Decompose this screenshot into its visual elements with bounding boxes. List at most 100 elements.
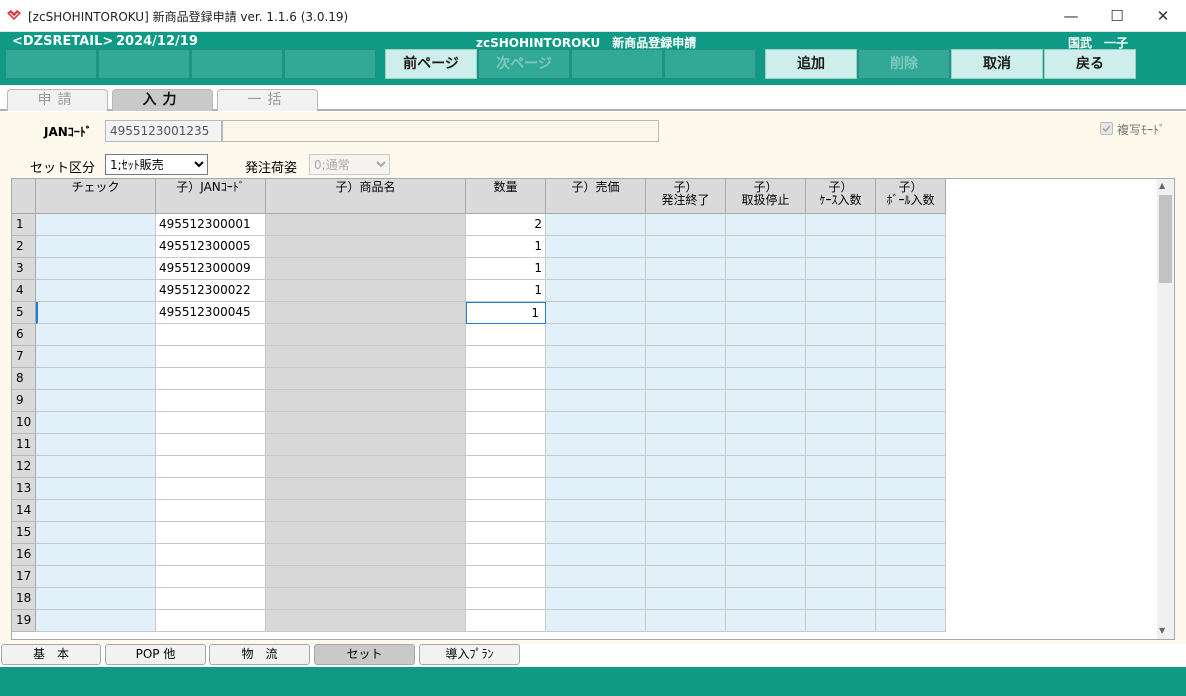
ball-qty-cell[interactable] <box>876 500 946 522</box>
product-name-cell[interactable] <box>266 346 466 368</box>
order-end-cell[interactable] <box>646 368 726 390</box>
order-end-cell[interactable] <box>646 214 726 236</box>
jan-cell[interactable] <box>156 368 266 390</box>
price-cell[interactable] <box>546 456 646 478</box>
order-end-cell[interactable] <box>646 610 726 632</box>
jan-cell[interactable] <box>156 390 266 412</box>
handling-stop-cell[interactable] <box>726 588 806 610</box>
product-name-cell[interactable] <box>266 610 466 632</box>
handling-stop-cell[interactable] <box>726 258 806 280</box>
jan-cell[interactable]: 495512300009 <box>156 258 266 280</box>
scroll-down-icon[interactable]: ▼ <box>1159 626 1165 635</box>
row-number[interactable]: 13 <box>12 478 36 500</box>
case-qty-cell[interactable] <box>806 610 876 632</box>
col-header-price[interactable]: 子）売価 <box>546 179 646 214</box>
fkey-2-button[interactable] <box>98 49 190 79</box>
jan-code-field[interactable]: 4955123001235 <box>105 120 222 142</box>
case-qty-cell[interactable] <box>806 500 876 522</box>
quantity-cell[interactable] <box>466 500 546 522</box>
handling-stop-cell[interactable] <box>726 390 806 412</box>
close-button[interactable]: ✕ <box>1140 0 1186 32</box>
check-cell[interactable] <box>36 544 156 566</box>
ball-qty-cell[interactable] <box>876 390 946 412</box>
product-name-cell[interactable] <box>266 302 466 324</box>
order-end-cell[interactable] <box>646 302 726 324</box>
set-kubun-select[interactable]: 1;ｾｯﾄ販売 <box>105 154 208 175</box>
price-cell[interactable] <box>546 566 646 588</box>
case-qty-cell[interactable] <box>806 544 876 566</box>
product-name-cell[interactable] <box>266 456 466 478</box>
handling-stop-cell[interactable] <box>726 214 806 236</box>
product-name-cell[interactable] <box>266 324 466 346</box>
col-header-order-end[interactable]: 子） 発注終了 <box>646 179 726 214</box>
check-cell[interactable] <box>36 368 156 390</box>
row-number[interactable]: 17 <box>12 566 36 588</box>
row-number[interactable]: 18 <box>12 588 36 610</box>
product-name-cell[interactable] <box>266 434 466 456</box>
check-cell[interactable] <box>36 324 156 346</box>
price-cell[interactable] <box>546 368 646 390</box>
product-name-cell[interactable] <box>266 412 466 434</box>
handling-stop-cell[interactable] <box>726 324 806 346</box>
check-cell[interactable] <box>36 302 156 324</box>
ball-qty-cell[interactable] <box>876 258 946 280</box>
ball-qty-cell[interactable] <box>876 566 946 588</box>
check-cell[interactable] <box>36 280 156 302</box>
product-name-cell[interactable] <box>266 280 466 302</box>
price-cell[interactable] <box>546 434 646 456</box>
col-header-product-name[interactable]: 子）商品名 <box>266 179 466 214</box>
jan-cell[interactable] <box>156 456 266 478</box>
case-qty-cell[interactable] <box>806 236 876 258</box>
quantity-cell[interactable] <box>466 324 546 346</box>
row-number[interactable]: 4 <box>12 280 36 302</box>
product-name-cell[interactable] <box>266 390 466 412</box>
case-qty-cell[interactable] <box>806 588 876 610</box>
order-end-cell[interactable] <box>646 588 726 610</box>
col-header-quantity[interactable]: 数量 <box>466 179 546 214</box>
ball-qty-cell[interactable] <box>876 456 946 478</box>
tab-ikkatsu[interactable]: 一括 <box>217 89 318 111</box>
fkey-4-button[interactable] <box>284 49 376 79</box>
row-number[interactable]: 15 <box>12 522 36 544</box>
fkey-7-button[interactable] <box>571 49 663 79</box>
handling-stop-cell[interactable] <box>726 236 806 258</box>
check-cell[interactable] <box>36 456 156 478</box>
case-qty-cell[interactable] <box>806 258 876 280</box>
order-end-cell[interactable] <box>646 324 726 346</box>
col-header-handling-stop[interactable]: 子） 取扱停止 <box>726 179 806 214</box>
bottom-tab-kihon[interactable]: 基 本 <box>1 644 101 665</box>
order-end-cell[interactable] <box>646 390 726 412</box>
add-button[interactable]: 追加 <box>765 49 857 79</box>
ball-qty-cell[interactable] <box>876 236 946 258</box>
ball-qty-cell[interactable] <box>876 522 946 544</box>
product-name-cell[interactable] <box>266 258 466 280</box>
row-number[interactable]: 14 <box>12 500 36 522</box>
col-header-ball-qty[interactable]: 子） ﾎﾞｰﾙ入数 <box>876 179 946 214</box>
quantity-cell[interactable] <box>466 368 546 390</box>
maximize-button[interactable]: ☐ <box>1094 0 1140 32</box>
fkey-1-button[interactable] <box>5 49 97 79</box>
jan-cell[interactable] <box>156 478 266 500</box>
price-cell[interactable] <box>546 280 646 302</box>
handling-stop-cell[interactable] <box>726 302 806 324</box>
jan-cell[interactable] <box>156 544 266 566</box>
case-qty-cell[interactable] <box>806 368 876 390</box>
jan-cell[interactable] <box>156 412 266 434</box>
ball-qty-cell[interactable] <box>876 368 946 390</box>
handling-stop-cell[interactable] <box>726 412 806 434</box>
handling-stop-cell[interactable] <box>726 280 806 302</box>
jan-cell[interactable] <box>156 566 266 588</box>
bottom-tab-pop[interactable]: POP 他 <box>105 644 206 665</box>
row-number[interactable]: 2 <box>12 236 36 258</box>
case-qty-cell[interactable] <box>806 434 876 456</box>
product-name-cell[interactable] <box>266 500 466 522</box>
order-end-cell[interactable] <box>646 280 726 302</box>
delete-button[interactable]: 削除 <box>858 49 950 79</box>
case-qty-cell[interactable] <box>806 324 876 346</box>
check-cell[interactable] <box>36 478 156 500</box>
quantity-cell[interactable]: 1 <box>466 236 546 258</box>
scroll-thumb[interactable] <box>1159 195 1172 283</box>
order-end-cell[interactable] <box>646 346 726 368</box>
case-qty-cell[interactable] <box>806 214 876 236</box>
quantity-cell[interactable] <box>466 390 546 412</box>
